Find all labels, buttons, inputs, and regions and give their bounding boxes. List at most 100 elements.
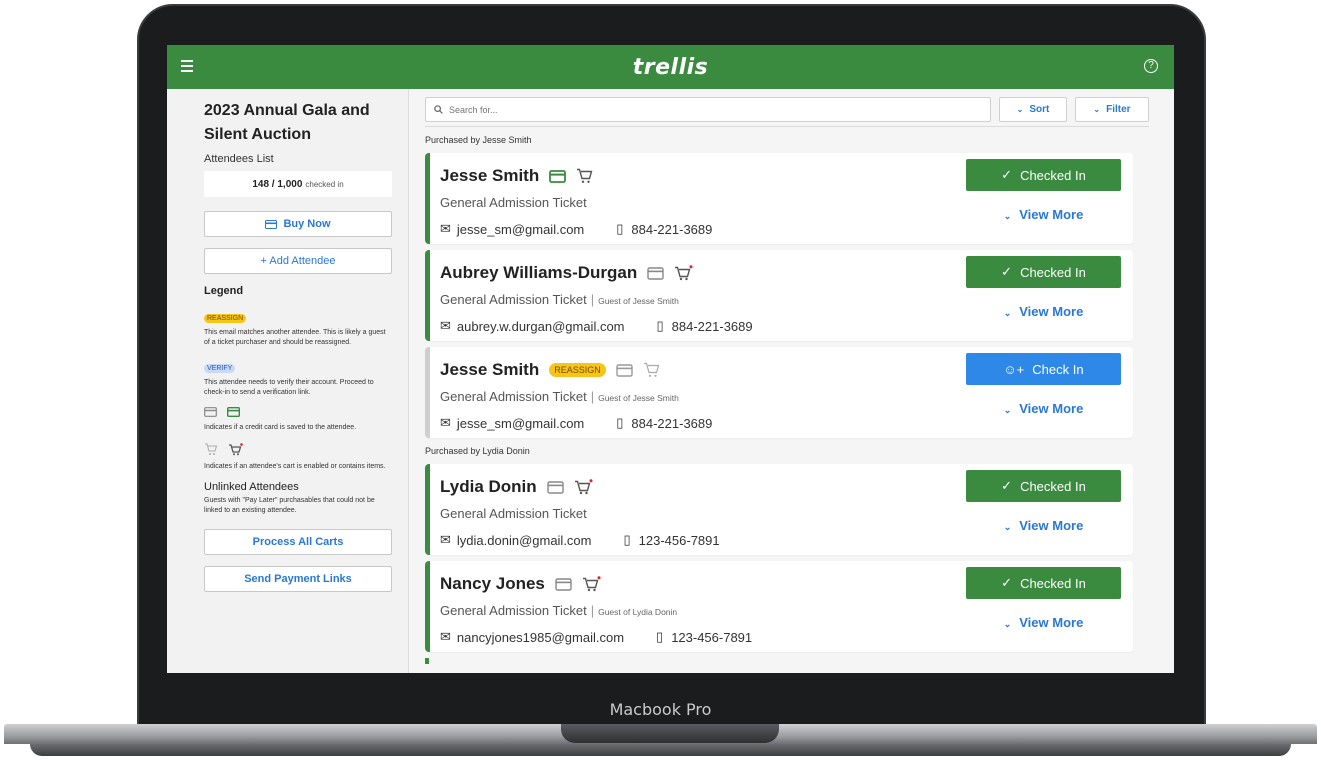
app-screen: trellis ? 2023 Annual Gala and Silent Au… bbox=[167, 45, 1174, 673]
sidebar: 2023 Annual Gala and Silent Auction Atte… bbox=[167, 89, 409, 673]
app-header: trellis ? bbox=[167, 45, 1174, 89]
search-input[interactable] bbox=[449, 104, 949, 115]
ticket-type: General Admission Ticket bbox=[440, 506, 587, 521]
cart-items-icon bbox=[582, 576, 601, 592]
credit-card-description: Indicates if a credit card is saved to t… bbox=[204, 424, 357, 431]
search-icon bbox=[434, 105, 443, 114]
chevron-down-icon: ⌄ bbox=[1003, 405, 1012, 415]
checked-in-button[interactable]: ✓ Checked In bbox=[966, 159, 1121, 191]
ticket-type: General Admission Ticket bbox=[440, 195, 587, 210]
cart-legend-icons bbox=[204, 442, 392, 456]
view-more-link[interactable]: ⌄ View More bbox=[966, 304, 1121, 319]
checked-in-button[interactable]: ✓ Checked In bbox=[966, 256, 1121, 288]
attendee-phone: 123-456-7891 bbox=[671, 629, 753, 645]
credit-card-saved-icon bbox=[227, 407, 240, 417]
phone-icon: ▯ bbox=[656, 629, 664, 644]
credit-card-empty-icon bbox=[647, 266, 664, 280]
credit-card-empty-icon bbox=[546, 480, 564, 494]
attendees-list-label: Attendees List bbox=[204, 153, 274, 165]
view-more-link[interactable]: ⌄ View More bbox=[966, 615, 1121, 630]
credit-card-legend-icons bbox=[204, 407, 392, 417]
guest-of-label: Guest of Lydia Donin bbox=[598, 607, 678, 617]
view-more-link[interactable]: ⌄ View More bbox=[966, 207, 1121, 222]
attendee-phone: 884-221-3689 bbox=[631, 221, 713, 237]
view-more-link[interactable]: ⌄ View More bbox=[966, 401, 1121, 416]
attendee-email: aubrey.w.durgan@gmail.com bbox=[456, 318, 625, 334]
next-card-edge bbox=[425, 658, 429, 664]
process-all-carts-button[interactable]: Process All Carts bbox=[204, 529, 392, 555]
buy-now-button[interactable]: Buy Now bbox=[204, 211, 392, 237]
attendee-list-panel: ⌄ Sort ⌄ Filter Purchased by Jesse Smith… bbox=[409, 89, 1174, 673]
attendee-card: Aubrey Williams-Durgan General Admission… bbox=[425, 250, 1133, 341]
device-label: Macbook Pro bbox=[609, 700, 712, 719]
envelope-icon: ✉ bbox=[440, 221, 451, 236]
app-logo: trellis bbox=[632, 54, 709, 80]
checked-in-count: 148 / 1,000 checked in bbox=[204, 171, 392, 197]
reassign-description: This email matches another attendee. Thi… bbox=[204, 329, 386, 346]
reassign-badge: REASSIGN bbox=[549, 363, 606, 377]
attendee-phone: 884-221-3689 bbox=[631, 415, 713, 431]
attendee-name: Jesse Smith bbox=[440, 166, 540, 185]
ticket-type: General Admission Ticket | Guest of Lydia … bbox=[440, 603, 678, 618]
group-label: Purchased by Jesse Smith bbox=[425, 135, 532, 145]
attendee-card: Jesse Smith General Admission Ticket ✉ j… bbox=[425, 153, 1133, 244]
cart-disabled-icon bbox=[205, 443, 218, 455]
attendee-name: Aubrey Williams-Durgan bbox=[440, 263, 638, 282]
attendee-phone: 123-456-7891 bbox=[638, 532, 720, 548]
checked-in-button[interactable]: ✓ Checked In bbox=[966, 470, 1121, 502]
sort-button[interactable]: ⌄ Sort bbox=[999, 97, 1067, 122]
cart-disabled-icon bbox=[643, 362, 660, 377]
guest-of-label: Guest of Jesse Smith bbox=[598, 296, 679, 306]
chevron-down-icon: ⌄ bbox=[1016, 105, 1024, 114]
reassign-badge: REASSIGN bbox=[204, 314, 247, 323]
add-attendee-button[interactable]: + Add Attendee bbox=[204, 248, 392, 274]
filter-button[interactable]: ⌄ Filter bbox=[1075, 97, 1149, 122]
cart-description: Indicates if an attendee's cart is enabl… bbox=[204, 462, 386, 470]
search-box[interactable] bbox=[425, 97, 991, 122]
checkmark-icon: ✓ bbox=[1001, 478, 1013, 493]
toolbar: ⌄ Sort ⌄ Filter bbox=[425, 97, 1149, 127]
chevron-down-icon: ⌄ bbox=[1003, 619, 1012, 629]
unlinked-attendees-description: Guests with "Pay Later" purchasables tha… bbox=[204, 497, 375, 514]
help-icon[interactable]: ? bbox=[1144, 59, 1158, 73]
send-payment-links-button[interactable]: Send Payment Links bbox=[204, 566, 392, 592]
credit-card-saved-icon bbox=[549, 169, 567, 183]
group-label: Purchased by Lydia Donin bbox=[425, 446, 530, 456]
phone-icon: ▯ bbox=[616, 415, 624, 430]
envelope-icon: ✉ bbox=[440, 318, 451, 333]
hamburger-menu-icon[interactable] bbox=[181, 60, 193, 72]
laptop-frame: Macbook Pro trellis ? 2023 Annual Gala a… bbox=[0, 0, 1321, 762]
view-more-link[interactable]: ⌄ View More bbox=[966, 518, 1121, 533]
envelope-icon: ✉ bbox=[440, 415, 451, 430]
unlinked-attendees-title: Unlinked Attendees bbox=[204, 481, 299, 493]
credit-card-icon bbox=[265, 219, 278, 229]
ticket-type: General Admission Ticket | Guest of Jesse … bbox=[440, 292, 679, 307]
attendee-name: Nancy Jones bbox=[440, 574, 545, 593]
event-title: 2023 Annual Gala and Silent Auction bbox=[204, 102, 370, 143]
checked-in-button[interactable]: ✓ Checked In bbox=[966, 567, 1121, 599]
checkmark-icon: ✓ bbox=[1001, 575, 1013, 590]
chevron-down-icon: ⌄ bbox=[1003, 211, 1012, 221]
attendee-name: Lydia Donin bbox=[440, 477, 537, 496]
ticket-type: General Admission Ticket | Guest of Jesse … bbox=[440, 389, 679, 404]
attendee-card: Lydia Donin General Admission Ticket ✉ l… bbox=[425, 464, 1133, 555]
envelope-icon: ✉ bbox=[440, 532, 451, 547]
verify-badge: VERIFY bbox=[204, 364, 236, 373]
guest-of-label: Guest of Jesse Smith bbox=[598, 393, 679, 403]
attendee-card: Nancy Jones General Admission Ticket | Gue… bbox=[425, 561, 1133, 652]
legend-title: Legend bbox=[204, 285, 244, 297]
cart-items-icon bbox=[675, 265, 693, 281]
attendee-email: jesse_sm@gmail.com bbox=[456, 415, 585, 431]
laptop-base bbox=[0, 724, 1321, 762]
chevron-down-icon: ⌄ bbox=[1093, 105, 1101, 114]
checkmark-icon: ✓ bbox=[1001, 264, 1013, 279]
phone-icon: ▯ bbox=[623, 532, 631, 547]
cart-items-icon bbox=[229, 442, 243, 455]
attendee-email: jesse_sm@gmail.com bbox=[456, 221, 585, 237]
attendee-email: lydia.donin@gmail.com bbox=[456, 532, 592, 548]
cart-items-icon bbox=[574, 479, 593, 495]
phone-icon: ▯ bbox=[656, 318, 664, 333]
check-in-button[interactable]: ☺+ Check In bbox=[966, 353, 1121, 385]
checkmark-icon: ✓ bbox=[1001, 167, 1013, 182]
chevron-down-icon: ⌄ bbox=[1003, 522, 1012, 532]
